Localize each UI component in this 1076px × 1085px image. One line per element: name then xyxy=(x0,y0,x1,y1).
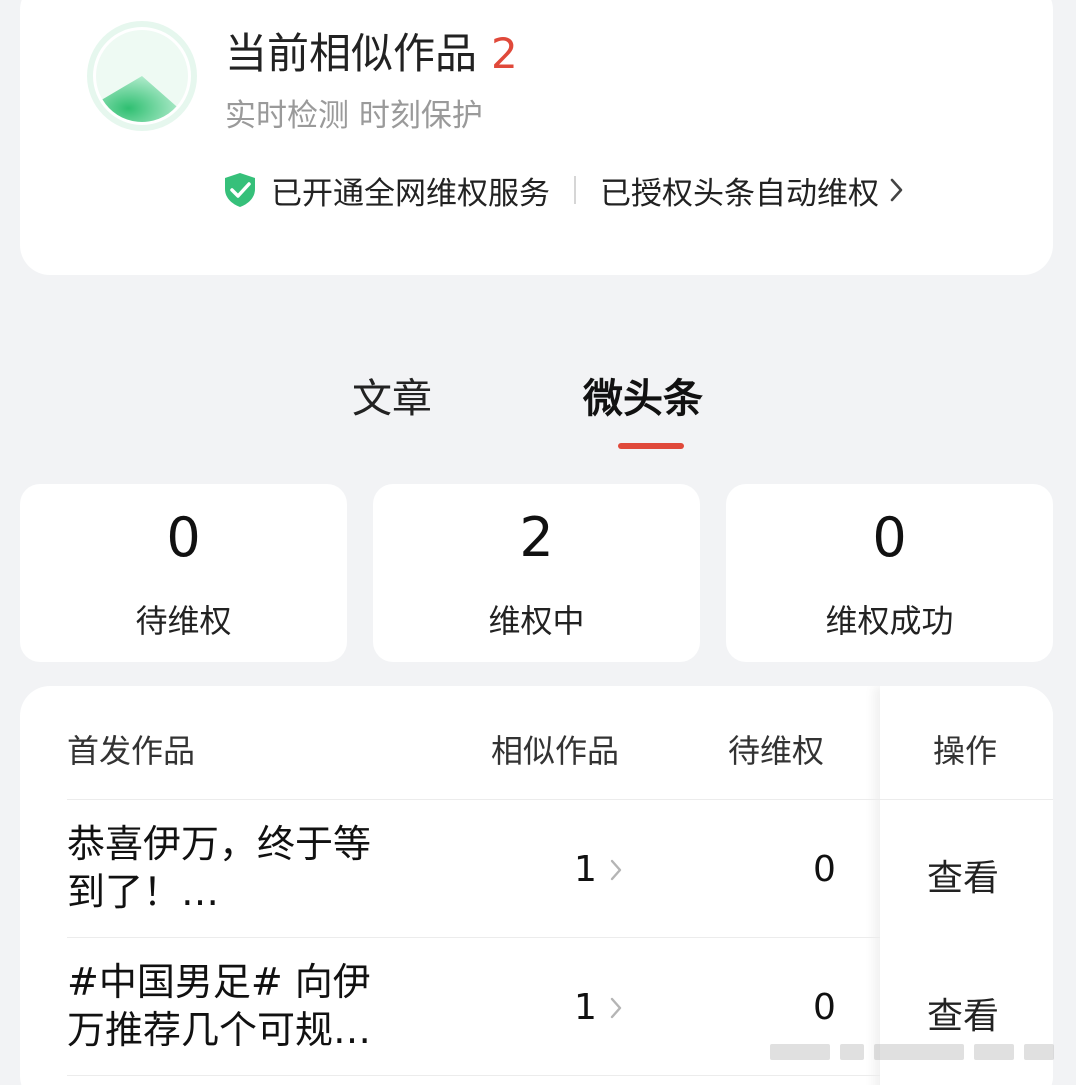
stat-card-success[interactable]: 0 维权成功 xyxy=(726,484,1053,662)
watermark xyxy=(770,1040,1060,1064)
title-line: #中国男足# 向伊 xyxy=(67,960,371,1004)
monitoring-subtitle: 实时检测 时刻保护 xyxy=(225,98,483,134)
similar-count: 1 xyxy=(574,987,597,1028)
chevron-right-icon xyxy=(610,997,622,1018)
similar-count: 1 xyxy=(574,849,597,890)
chevron-right-icon xyxy=(890,178,903,202)
service-status-text: 已开通全网维权服务 xyxy=(271,175,550,212)
row-divider xyxy=(67,1075,880,1076)
stat-value: 0 xyxy=(872,506,907,569)
row-divider xyxy=(67,799,880,800)
stat-value: 2 xyxy=(519,506,554,569)
similar-count-link[interactable]: 1 xyxy=(574,849,623,890)
view-button[interactable]: 查看 xyxy=(927,987,999,1039)
column-header-similar: 相似作品 xyxy=(491,732,620,770)
pending-count: 0 xyxy=(813,987,836,1028)
page: 当前相似作品 2 实时检测 时刻保护 已开通全网维权服务 已授权头条自动维权 文章… xyxy=(0,0,1076,1085)
table-row-title[interactable]: #中国男足# 向伊 万推荐几个可规… xyxy=(67,958,447,1054)
column-header-pending: 待维权 xyxy=(728,732,825,770)
works-table: 首发作品 相似作品 待维权 操作 恭喜伊万，终于等 到了！… 1 0 查看 #中… xyxy=(20,686,1053,1085)
stat-label: 维权成功 xyxy=(825,602,954,640)
pending-count: 0 xyxy=(813,849,836,890)
page-title: 当前相似作品 2 xyxy=(225,20,518,81)
title-line: 到了！… xyxy=(67,870,220,914)
shield-check-icon xyxy=(225,173,255,207)
row-divider xyxy=(67,937,880,938)
view-button[interactable]: 查看 xyxy=(927,849,999,901)
stat-label: 待维权 xyxy=(135,602,232,640)
summary-card: 当前相似作品 2 实时检测 时刻保护 已开通全网维权服务 已授权头条自动维权 xyxy=(20,0,1053,275)
auto-protection-label: 已授权头条自动维权 xyxy=(600,175,879,212)
table-row-title[interactable]: 恭喜伊万，终于等 到了！… xyxy=(67,820,447,916)
similar-works-title: 当前相似作品 xyxy=(225,29,478,78)
active-tab-indicator xyxy=(618,443,684,449)
divider xyxy=(574,176,576,204)
stat-value: 0 xyxy=(166,506,201,569)
column-header-work: 首发作品 xyxy=(67,732,196,770)
tab-micro-headline[interactable]: 微头条 xyxy=(583,366,703,424)
title-line: 万推荐几个可规… xyxy=(67,1008,372,1052)
column-header-action: 操作 xyxy=(933,732,998,770)
row-divider xyxy=(880,799,1053,800)
stat-card-in-progress[interactable]: 2 维权中 xyxy=(373,484,700,662)
detection-gauge-icon xyxy=(87,21,197,131)
title-line: 恭喜伊万，终于等 xyxy=(67,822,372,866)
stat-card-pending[interactable]: 0 待维权 xyxy=(20,484,347,662)
auto-protection-link[interactable]: 已授权头条自动维权 xyxy=(600,168,905,213)
similar-works-count: 2 xyxy=(491,29,518,78)
service-status-row: 已开通全网维权服务 已授权头条自动维权 xyxy=(223,168,905,212)
similar-count-link[interactable]: 1 xyxy=(574,987,623,1028)
chevron-right-icon xyxy=(610,859,622,880)
tab-article[interactable]: 文章 xyxy=(352,366,432,424)
stat-label: 维权中 xyxy=(488,602,585,640)
